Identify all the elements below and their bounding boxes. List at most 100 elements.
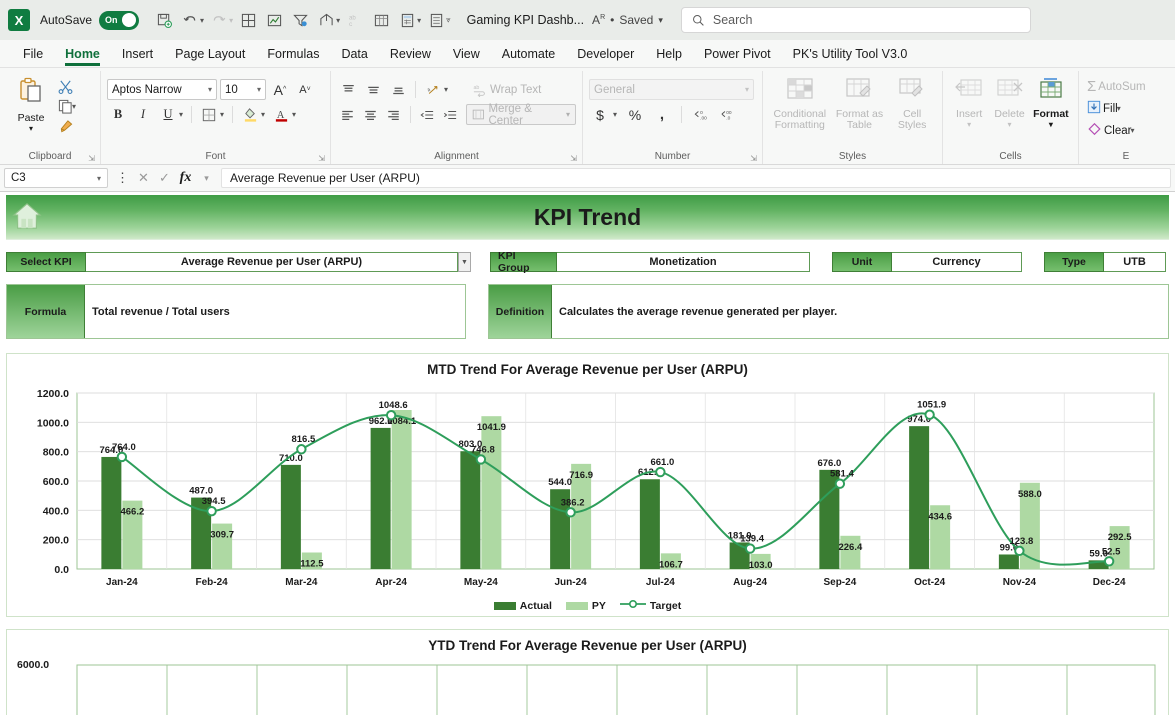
svg-text:764.0: 764.0: [112, 442, 136, 453]
chevron-down-icon[interactable]: ▾: [658, 15, 663, 26]
insert-function-icon[interactable]: fx: [176, 168, 195, 188]
ribbon-group-number: General ▾ $ ▾ % , 0.00 00.0 Number ⇲: [582, 71, 762, 164]
currency-dropdown-icon[interactable]: ▾: [613, 110, 617, 119]
chevron-down-icon[interactable]: ▾: [257, 85, 261, 94]
format-cells-button[interactable]: Format ▾: [1030, 75, 1072, 129]
underline-button[interactable]: U: [157, 104, 179, 125]
align-left-button[interactable]: [337, 104, 357, 125]
number-dialog-launcher[interactable]: ⇲: [750, 154, 757, 163]
font-color-dropdown-icon[interactable]: ▾: [292, 110, 296, 119]
chevron-down-icon[interactable]: ▾: [97, 174, 101, 183]
paste-label: Paste: [17, 112, 45, 124]
name-box-menu-icon[interactable]: ⋮: [113, 168, 132, 188]
tab-page-layout[interactable]: Page Layout: [164, 43, 256, 65]
font-color-button[interactable]: A: [270, 104, 292, 125]
format-dropdown-icon[interactable]: ▾: [1049, 120, 1053, 129]
tab-home[interactable]: Home: [54, 43, 111, 66]
kpi-group-control: KPI Group Monetization: [490, 250, 810, 274]
align-center-button[interactable]: [360, 104, 380, 125]
fill-dropdown-icon[interactable]: ▾: [1117, 104, 1121, 113]
excel-logo-icon: X: [8, 9, 30, 31]
decrease-decimal-button[interactable]: 00.0: [717, 104, 739, 125]
share-icon[interactable]: [313, 7, 339, 33]
name-box[interactable]: C3 ▾: [4, 168, 108, 188]
clear-dropdown-icon[interactable]: ▾: [1130, 126, 1134, 135]
font-dialog-launcher[interactable]: ⇲: [318, 154, 325, 163]
copy-button[interactable]: ▾: [56, 97, 80, 116]
fill-color-button[interactable]: [239, 104, 261, 125]
select-kpi-dropdown-icon[interactable]: ▼: [458, 252, 471, 272]
tab-pk-utility-tool[interactable]: PK's Utility Tool V3.0: [782, 43, 919, 65]
document-title[interactable]: Gaming KPI Dashb...: [467, 13, 584, 27]
undo-icon[interactable]: [177, 7, 203, 33]
paste-button[interactable]: Paste ▾: [6, 75, 56, 133]
shrink-font-button[interactable]: A ˅: [294, 79, 316, 100]
chart-icon[interactable]: [261, 7, 287, 33]
increase-decimal-button[interactable]: 0.00: [690, 104, 712, 125]
select-kpi-control[interactable]: Select KPI Average Revenue per User (ARP…: [6, 252, 471, 272]
tab-power-pivot[interactable]: Power Pivot: [693, 43, 782, 65]
italic-button[interactable]: I: [132, 104, 154, 125]
home-icon[interactable]: [12, 201, 42, 231]
align-top-button[interactable]: [337, 79, 359, 100]
comma-format-button[interactable]: ,: [651, 104, 673, 125]
bold-button[interactable]: B: [107, 104, 129, 125]
fill-button[interactable]: Fill ▾: [1085, 99, 1125, 118]
increase-indent-button[interactable]: [440, 104, 460, 125]
tab-developer[interactable]: Developer: [566, 43, 645, 65]
calculator-icon[interactable]: [394, 7, 420, 33]
page-title: KPI Trend: [533, 203, 642, 230]
align-bottom-button[interactable]: [387, 79, 409, 100]
borders-dropdown-icon[interactable]: ▾: [220, 110, 224, 119]
legend-item-py[interactable]: PY: [565, 600, 606, 612]
borders-button[interactable]: [198, 104, 220, 125]
filter-icon[interactable]: [287, 7, 313, 33]
alignment-dialog-launcher[interactable]: ⇲: [570, 154, 577, 163]
tab-automate[interactable]: Automate: [491, 43, 567, 65]
cut-button[interactable]: [56, 77, 80, 96]
svg-text:816.5: 816.5: [291, 434, 315, 445]
underline-dropdown-icon[interactable]: ▾: [179, 110, 183, 119]
decrease-indent-button[interactable]: [416, 104, 436, 125]
align-middle-button[interactable]: [362, 79, 384, 100]
align-right-button[interactable]: [383, 104, 403, 125]
font-size-combo[interactable]: 10 ▾: [220, 79, 266, 100]
currency-format-button[interactable]: $: [589, 104, 611, 125]
check-icon[interactable]: ✓: [155, 168, 174, 188]
cell-styles-button: Cell Styles: [888, 75, 936, 131]
autosave-toggle[interactable]: On: [99, 10, 140, 30]
tab-review[interactable]: Review: [379, 43, 442, 65]
grow-font-button[interactable]: A ^: [269, 79, 291, 100]
accessibility-icon[interactable]: AR: [592, 13, 605, 27]
chevron-down-icon[interactable]: ▾: [197, 168, 216, 188]
formula-input[interactable]: Average Revenue per User (ARPU): [221, 168, 1171, 188]
cancel-icon[interactable]: ✕: [134, 168, 153, 188]
svg-text:Jun-24: Jun-24: [555, 577, 588, 588]
search-input[interactable]: Search: [680, 7, 1031, 33]
tab-data[interactable]: Data: [330, 43, 378, 65]
font-name-combo[interactable]: Aptos Narrow ▾: [107, 79, 217, 100]
tab-insert[interactable]: Insert: [111, 43, 164, 65]
clear-button[interactable]: Clear ▾: [1085, 121, 1139, 140]
fill-color-dropdown-icon[interactable]: ▾: [261, 110, 265, 119]
clipboard-dialog-launcher[interactable]: ⇲: [88, 154, 95, 163]
tab-help[interactable]: Help: [645, 43, 693, 65]
document-status[interactable]: AR • Saved ▾: [592, 13, 663, 27]
tab-view[interactable]: View: [442, 43, 491, 65]
tab-file[interactable]: File: [12, 43, 54, 65]
format-painter-button[interactable]: [56, 117, 80, 136]
select-kpi-value[interactable]: Average Revenue per User (ARPU): [86, 252, 458, 272]
calculator2-icon[interactable]: [423, 7, 449, 33]
table-icon[interactable]: [368, 7, 394, 33]
paste-dropdown-icon[interactable]: ▾: [29, 124, 33, 133]
percent-format-button[interactable]: %: [624, 104, 646, 125]
legend-item-actual[interactable]: Actual: [493, 600, 552, 612]
save-icon[interactable]: [151, 7, 177, 33]
legend-item-target[interactable]: Target: [619, 599, 681, 612]
orientation-button[interactable]: a: [422, 79, 444, 100]
tab-formulas[interactable]: Formulas: [256, 43, 330, 65]
orientation-dropdown-icon[interactable]: ▾: [444, 85, 448, 94]
copy-dropdown-icon[interactable]: ▾: [72, 102, 76, 111]
borders-icon[interactable]: [235, 7, 261, 33]
chevron-down-icon[interactable]: ▾: [208, 85, 212, 94]
